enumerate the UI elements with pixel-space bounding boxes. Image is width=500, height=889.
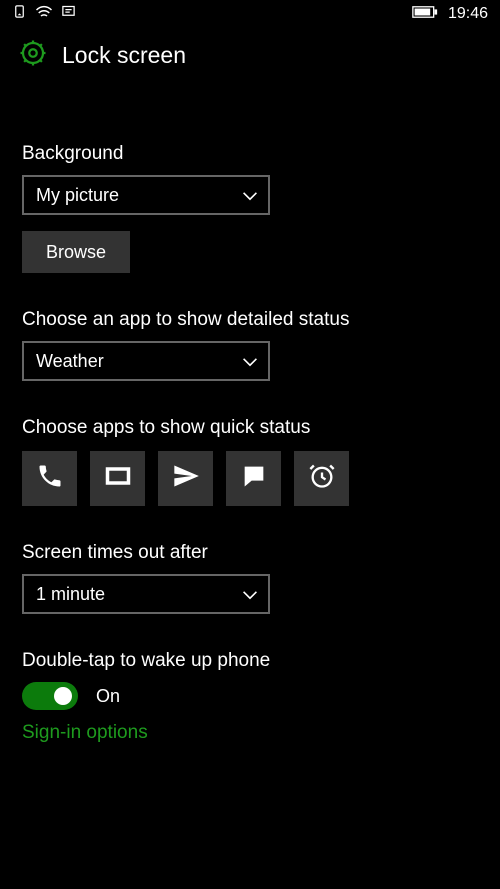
background-label: Background [22, 143, 478, 165]
paper-plane-icon [172, 462, 200, 495]
phone-icon [36, 462, 64, 495]
section-double-tap: Double-tap to wake up phone On [22, 650, 478, 710]
quick-tile-messaging[interactable] [226, 451, 281, 506]
quick-status-row [22, 451, 478, 506]
double-tap-state: On [96, 686, 120, 707]
gear-icon [18, 38, 48, 73]
detailed-status-value: Weather [36, 351, 104, 372]
quick-status-label: Choose apps to show quick status [22, 417, 478, 439]
status-time: 19:46 [448, 5, 488, 23]
detailed-status-select[interactable]: Weather [22, 341, 270, 381]
browse-button-label: Browse [46, 242, 106, 263]
toggle-knob [54, 687, 72, 705]
timeout-select[interactable]: 1 minute [22, 574, 270, 614]
double-tap-toggle[interactable] [22, 682, 78, 710]
rotation-lock-icon [12, 4, 27, 24]
messaging-icon [240, 462, 268, 495]
battery-icon [412, 5, 438, 24]
alarm-icon [308, 462, 336, 495]
background-select-value: My picture [36, 185, 119, 206]
wifi-icon [35, 4, 53, 24]
status-left [12, 4, 76, 24]
browse-button[interactable]: Browse [22, 231, 130, 273]
chevron-down-icon [242, 351, 258, 372]
timeout-value: 1 minute [36, 584, 105, 605]
status-right: 19:46 [412, 5, 488, 24]
section-timeout: Screen times out after 1 minute [22, 542, 478, 614]
detailed-status-label: Choose an app to show detailed status [22, 309, 478, 331]
status-bar: 19:46 [0, 0, 500, 28]
chevron-down-icon [242, 584, 258, 605]
quick-tile-send[interactable] [158, 451, 213, 506]
quick-tile-phone[interactable] [22, 451, 77, 506]
background-select[interactable]: My picture [22, 175, 270, 215]
quick-tile-mail[interactable] [90, 451, 145, 506]
notification-icon [61, 4, 76, 24]
chevron-down-icon [242, 185, 258, 206]
page-header: Lock screen [0, 28, 500, 93]
double-tap-label: Double-tap to wake up phone [22, 650, 478, 672]
quick-tile-alarm[interactable] [294, 451, 349, 506]
section-background: Background My picture Browse [22, 143, 478, 273]
page-title: Lock screen [62, 42, 186, 69]
mail-box-icon [104, 462, 132, 495]
section-detailed-status: Choose an app to show detailed status We… [22, 309, 478, 381]
section-quick-status: Choose apps to show quick status [22, 417, 478, 506]
timeout-label: Screen times out after [22, 542, 478, 564]
sign-in-options-link[interactable]: Sign-in options [22, 722, 478, 744]
